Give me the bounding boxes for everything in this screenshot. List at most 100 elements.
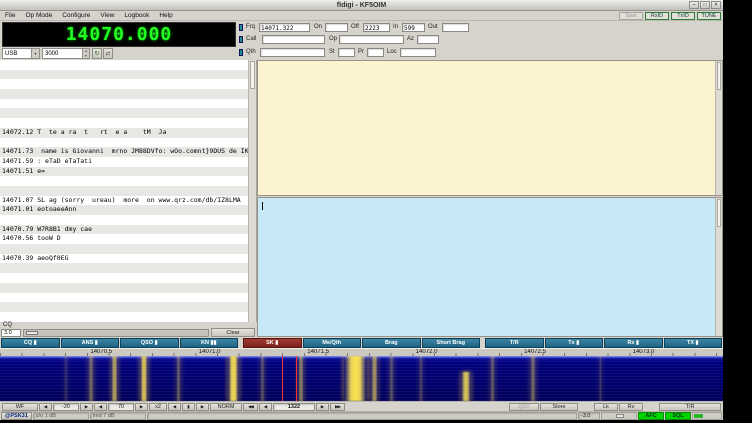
- frequency-display[interactable]: 14070.000: [2, 22, 236, 47]
- tx-scrollbar-thumb[interactable]: [717, 199, 721, 227]
- macro-button[interactable]: Rx ▮: [604, 338, 663, 348]
- window-control-button[interactable]: □: [700, 1, 710, 9]
- mode-status-button[interactable]: @PSK31: [1, 412, 32, 420]
- browser-row[interactable]: 14070.79 W7R8B1 dmy cae: [0, 225, 249, 235]
- tx-level-slider[interactable]: [601, 412, 637, 420]
- freq-up-button[interactable]: ▶: [316, 403, 329, 411]
- id-toggle-button[interactable]: TUNE: [697, 12, 721, 20]
- browser-row[interactable]: [0, 186, 249, 196]
- reverse-button[interactable]: Rv: [619, 403, 643, 411]
- window-control-button[interactable]: –: [689, 1, 699, 9]
- menu-item[interactable]: Op Mode: [20, 11, 57, 20]
- wf-mode-button[interactable]: WF: [2, 403, 38, 411]
- rx-scrollbar-thumb[interactable]: [717, 62, 721, 90]
- macro-button[interactable]: Brag: [362, 338, 421, 348]
- waterfall-display[interactable]: [0, 356, 723, 401]
- zoom-button[interactable]: x2: [149, 403, 167, 411]
- browser-row[interactable]: [0, 273, 249, 283]
- time-off-field[interactable]: 2223: [363, 23, 390, 32]
- macro-button[interactable]: Tx ▮: [545, 338, 604, 348]
- norm-button[interactable]: NORM: [210, 403, 242, 411]
- sideband-select[interactable]: USB ▾: [2, 48, 40, 59]
- browser-row[interactable]: [0, 302, 249, 312]
- center-signal-button[interactable]: ▮: [182, 403, 195, 411]
- spin-down-icon[interactable]: ▾: [83, 54, 89, 59]
- store-button[interactable]: Store: [540, 403, 578, 411]
- range-increase-button[interactable]: ▶: [135, 403, 148, 411]
- macro-button[interactable]: SK ▮: [243, 338, 302, 348]
- id-toggle-button[interactable]: Spot: [619, 12, 643, 20]
- browser-row[interactable]: [0, 283, 249, 293]
- macro-button[interactable]: Short Brag: [422, 338, 481, 348]
- txrx-button[interactable]: T/R: [659, 403, 721, 411]
- pr-field[interactable]: [367, 48, 384, 57]
- browser-row[interactable]: 14071.01 eotoaeeAnn: [0, 205, 249, 215]
- browser-row[interactable]: [0, 118, 249, 128]
- loc-field[interactable]: [400, 48, 436, 57]
- tx-level-slider-handle[interactable]: [616, 414, 624, 418]
- browser-squelch-slider[interactable]: [23, 329, 209, 337]
- browser-row[interactable]: [0, 312, 249, 322]
- browser-clear-button[interactable]: Clear: [211, 328, 255, 337]
- browser-row[interactable]: [0, 263, 249, 273]
- browser-row[interactable]: [0, 108, 249, 118]
- macro-button[interactable]: ANS ▮: [61, 338, 120, 348]
- upper-level-decrease-button[interactable]: ◀: [39, 403, 52, 411]
- frequency-field[interactable]: 14071.322: [259, 23, 310, 32]
- menu-item[interactable]: Help: [154, 11, 177, 20]
- range-decrease-button[interactable]: ◀: [94, 403, 107, 411]
- browser-row[interactable]: [0, 293, 249, 303]
- macro-button[interactable]: TX ▮: [664, 338, 723, 348]
- browser-row[interactable]: [0, 60, 249, 70]
- browser-row[interactable]: 14071.07 SL ag (sorry ureau) more on www…: [0, 196, 249, 206]
- st-field[interactable]: [338, 48, 355, 57]
- afc-button[interactable]: AFC: [638, 412, 664, 420]
- id-toggle-button[interactable]: TxID: [671, 12, 695, 20]
- browser-row[interactable]: 14070.56 tooW D: [0, 234, 249, 244]
- browser-row[interactable]: [0, 99, 249, 109]
- macro-button[interactable]: CQ ▮: [1, 338, 60, 348]
- macro-button[interactable]: T/R: [485, 338, 544, 348]
- qsy-button[interactable]: QSY: [509, 403, 539, 411]
- browser-timeout-field[interactable]: 3.0: [1, 329, 21, 337]
- receive-text-panel[interactable]: [257, 60, 723, 196]
- id-toggle-button[interactable]: RxID: [645, 12, 669, 20]
- lock-button[interactable]: Lk: [594, 403, 618, 411]
- macro-button[interactable]: QSO ▮: [120, 338, 179, 348]
- window-control-button[interactable]: ×: [711, 1, 721, 9]
- browser-row[interactable]: [0, 89, 249, 99]
- call-field[interactable]: [262, 35, 325, 44]
- sql-button[interactable]: SQL: [665, 412, 691, 420]
- rst-out-field[interactable]: [442, 23, 469, 32]
- browser-row[interactable]: [0, 244, 249, 254]
- bandwidth-spinner[interactable]: ▴ ▾: [82, 49, 89, 58]
- title-bar[interactable]: fldigi - KF5OIM –□×: [0, 0, 723, 11]
- browser-row[interactable]: [0, 79, 249, 89]
- browser-row[interactable]: 14071.59 : eTaD eTaTati: [0, 157, 249, 167]
- browser-scrollbar[interactable]: [248, 60, 256, 322]
- macro-button[interactable]: Me/Qth: [303, 338, 362, 348]
- macro-button[interactable]: KN ▮▮: [180, 338, 239, 348]
- az-field[interactable]: [417, 35, 439, 44]
- browser-scrollbar-thumb[interactable]: [250, 61, 255, 89]
- transmit-text-panel[interactable]: [257, 197, 723, 337]
- browser-row[interactable]: [0, 215, 249, 225]
- upper-level-increase-button[interactable]: ▶: [80, 403, 93, 411]
- rx-scrollbar[interactable]: [715, 61, 722, 195]
- freq-down-button[interactable]: ◀: [259, 403, 272, 411]
- rst-in-field[interactable]: 599: [402, 23, 425, 32]
- swap-frequencies-button[interactable]: ⇄: [103, 48, 113, 59]
- reset-bandwidth-button[interactable]: ↻: [92, 48, 102, 59]
- browser-row[interactable]: 14072.12 T te a ra t rt e a tM Ja: [0, 128, 249, 138]
- browser-row[interactable]: [0, 70, 249, 80]
- menu-item[interactable]: View: [95, 11, 119, 20]
- browser-row[interactable]: 14071.73 name is Giovanni mrno JM88DVfo:…: [0, 147, 249, 157]
- bandwidth-select[interactable]: 3000 ▴ ▾: [42, 48, 90, 59]
- tx-scrollbar[interactable]: [715, 198, 722, 336]
- qth-field[interactable]: [260, 48, 325, 57]
- freq-coarse-down-button[interactable]: ◀◀: [243, 403, 258, 411]
- browser-row[interactable]: [0, 138, 249, 148]
- menu-item[interactable]: Configure: [57, 11, 95, 20]
- scroll-left-button[interactable]: ◀: [168, 403, 181, 411]
- browser-row[interactable]: 14070.39 aeoQf0EG: [0, 254, 249, 264]
